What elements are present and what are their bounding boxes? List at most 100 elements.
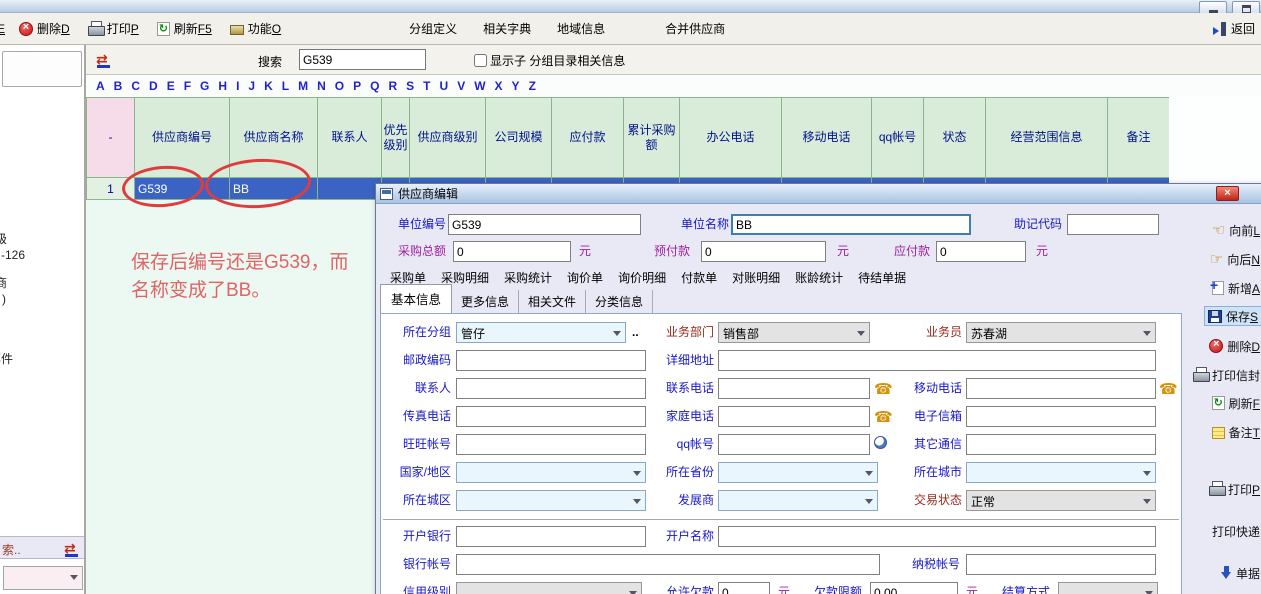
- unit-name-input[interactable]: [731, 214, 971, 235]
- delete-button[interactable]: 删除D: [19, 20, 70, 37]
- alphabet-letter[interactable]: Y: [512, 79, 520, 93]
- alphabet-letter[interactable]: D: [149, 79, 158, 93]
- search-input[interactable]: [299, 49, 426, 70]
- mobile-input[interactable]: [966, 378, 1156, 399]
- alphabet-letter[interactable]: I: [236, 79, 239, 93]
- tab-more-info[interactable]: 更多信息: [452, 290, 519, 313]
- table-cell[interactable]: [318, 178, 382, 200]
- home-phone-input[interactable]: [718, 406, 870, 427]
- column-header[interactable]: 应付款: [552, 98, 624, 178]
- show-sub-checkbox[interactable]: 显示子 分组目录相关信息: [474, 52, 625, 69]
- dialog-close-button[interactable]: ×: [1216, 186, 1239, 201]
- alphabet-letter[interactable]: P: [353, 79, 361, 93]
- alphabet-letter[interactable]: Z: [529, 79, 536, 93]
- contact-phone-input[interactable]: [718, 378, 870, 399]
- related-link[interactable]: 待结单据: [858, 269, 906, 286]
- alphabet-letter[interactable]: G: [200, 79, 209, 93]
- related-link[interactable]: 采购统计: [504, 269, 552, 286]
- alphabet-letter[interactable]: M: [298, 79, 308, 93]
- group-combo[interactable]: 管仔: [456, 322, 626, 343]
- alphabet-letter[interactable]: T: [423, 79, 430, 93]
- refresh-button[interactable]: 刷新F5: [157, 20, 212, 37]
- alphabet-letter[interactable]: R: [388, 79, 397, 93]
- alphabet-letter[interactable]: U: [440, 79, 449, 93]
- account-name-input[interactable]: [718, 526, 1156, 547]
- column-header[interactable]: 累计采购额: [624, 98, 680, 178]
- column-header[interactable]: 供应商级别: [410, 98, 486, 178]
- phone-icon[interactable]: [874, 408, 893, 426]
- tab-related-files[interactable]: 相关文件: [519, 290, 586, 313]
- refresh-record-button[interactable]: 刷新F: [1212, 393, 1260, 413]
- related-link[interactable]: 对账明细: [732, 269, 780, 286]
- print-button-dialog[interactable]: 打印P: [1209, 479, 1260, 499]
- menu-group-define[interactable]: 分组定义: [409, 20, 457, 37]
- bank-input[interactable]: [456, 526, 646, 547]
- sidebar-search-bar[interactable]: 索..: [0, 536, 86, 559]
- alphabet-letter[interactable]: H: [218, 79, 227, 93]
- alphabet-letter[interactable]: A: [96, 79, 105, 93]
- print-button[interactable]: 打印P: [88, 20, 139, 37]
- add-button[interactable]: 新增A: [1212, 278, 1260, 298]
- tab-basic-info[interactable]: 基本信息: [380, 284, 452, 313]
- debt-limit-input[interactable]: [870, 582, 958, 594]
- column-header[interactable]: 办公电话: [680, 98, 782, 178]
- wangwang-input[interactable]: [456, 434, 646, 455]
- related-link[interactable]: 询价明细: [618, 269, 666, 286]
- column-header[interactable]: 供应商编号: [135, 98, 230, 178]
- function-button[interactable]: 功能O: [230, 20, 281, 37]
- alphabet-letter[interactable]: C: [131, 79, 140, 93]
- alphabet-letter[interactable]: V: [457, 79, 465, 93]
- prepaid-input[interactable]: [701, 241, 826, 262]
- menu-region-info[interactable]: 地域信息: [557, 20, 605, 37]
- payable-input[interactable]: [936, 241, 1026, 262]
- column-header[interactable]: 联系人: [318, 98, 382, 178]
- next-button[interactable]: 向后N: [1210, 249, 1260, 269]
- alphabet-letter[interactable]: W: [474, 79, 485, 93]
- dept-combo[interactable]: 销售部: [718, 322, 870, 343]
- save-button[interactable]: 保存S: [1204, 306, 1261, 326]
- address-input[interactable]: [718, 350, 1156, 371]
- column-header[interactable]: 经营范围信息: [986, 98, 1108, 178]
- credit-level-combo[interactable]: [456, 582, 642, 594]
- alphabet-letter[interactable]: L: [282, 79, 289, 93]
- qq-input[interactable]: [718, 434, 870, 455]
- menu-related-dict[interactable]: 相关字典: [483, 20, 531, 37]
- contact-input[interactable]: [456, 378, 646, 399]
- fax-input[interactable]: [456, 406, 646, 427]
- allow-debt-input[interactable]: [718, 582, 770, 594]
- tax-account-input[interactable]: [966, 554, 1156, 575]
- remark-button[interactable]: 备注T: [1212, 422, 1260, 442]
- column-header[interactable]: 备注: [1108, 98, 1170, 178]
- alphabet-letter[interactable]: K: [264, 79, 273, 93]
- settle-method-combo[interactable]: [1058, 582, 1158, 594]
- group-browse-button[interactable]: ..: [632, 325, 639, 339]
- bank-account-input[interactable]: [456, 554, 880, 575]
- print-envelope-button[interactable]: 打印信封: [1193, 365, 1260, 385]
- mnemonic-input[interactable]: [1067, 214, 1159, 235]
- phone-icon[interactable]: [874, 380, 893, 398]
- column-header[interactable]: -: [87, 98, 135, 178]
- qq-icon[interactable]: [874, 436, 887, 449]
- tab-category-info[interactable]: 分类信息: [586, 290, 653, 313]
- alphabet-letter[interactable]: B: [114, 79, 123, 93]
- return-button[interactable]: 返回: [1213, 20, 1255, 37]
- city-combo[interactable]: [966, 462, 1156, 483]
- alphabet-letter[interactable]: X: [495, 79, 503, 93]
- related-link[interactable]: 付款单: [681, 269, 717, 286]
- menu-merge-supplier[interactable]: 合并供应商: [665, 20, 725, 37]
- salesman-combo[interactable]: 苏春湖: [966, 322, 1156, 343]
- column-header[interactable]: 公司规模: [486, 98, 552, 178]
- alphabet-letter[interactable]: S: [406, 79, 414, 93]
- prev-button[interactable]: 向前L: [1212, 220, 1260, 240]
- print-express-button[interactable]: 打印快递: [1212, 521, 1260, 541]
- toolbar-clipped-button[interactable]: E: [0, 22, 5, 36]
- unit-code-input[interactable]: [448, 214, 641, 235]
- alphabet-letter[interactable]: O: [335, 79, 344, 93]
- alphabet-letter[interactable]: Q: [370, 79, 379, 93]
- column-header[interactable]: 状态: [924, 98, 986, 178]
- column-header[interactable]: 优先级别: [382, 98, 410, 178]
- alphabet-letter[interactable]: F: [184, 79, 191, 93]
- alphabet-letter[interactable]: N: [317, 79, 326, 93]
- dialog-titlebar[interactable]: 供应商编辑: [376, 184, 1261, 204]
- country-combo[interactable]: [456, 462, 646, 483]
